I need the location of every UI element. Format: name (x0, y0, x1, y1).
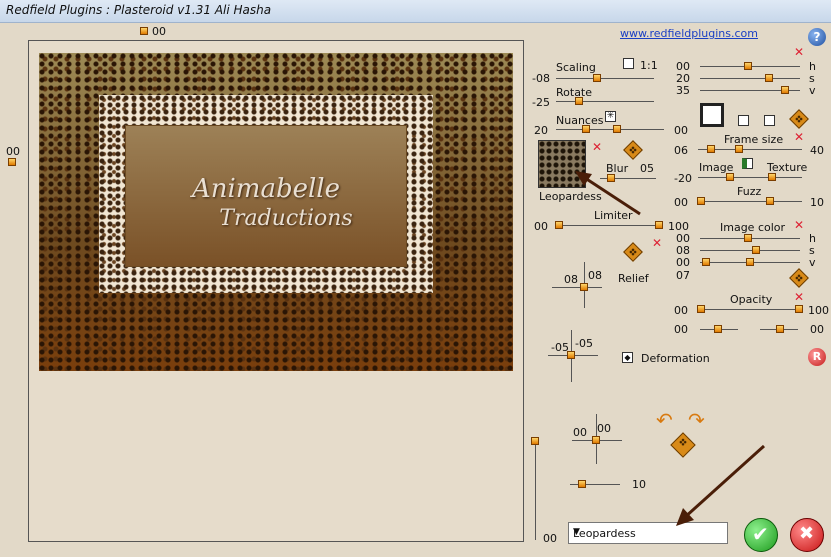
arrow-select (682, 444, 766, 520)
annotation-arrows (575, 171, 766, 526)
arrow-texture (581, 174, 641, 216)
arrow-texture-head (575, 171, 592, 186)
